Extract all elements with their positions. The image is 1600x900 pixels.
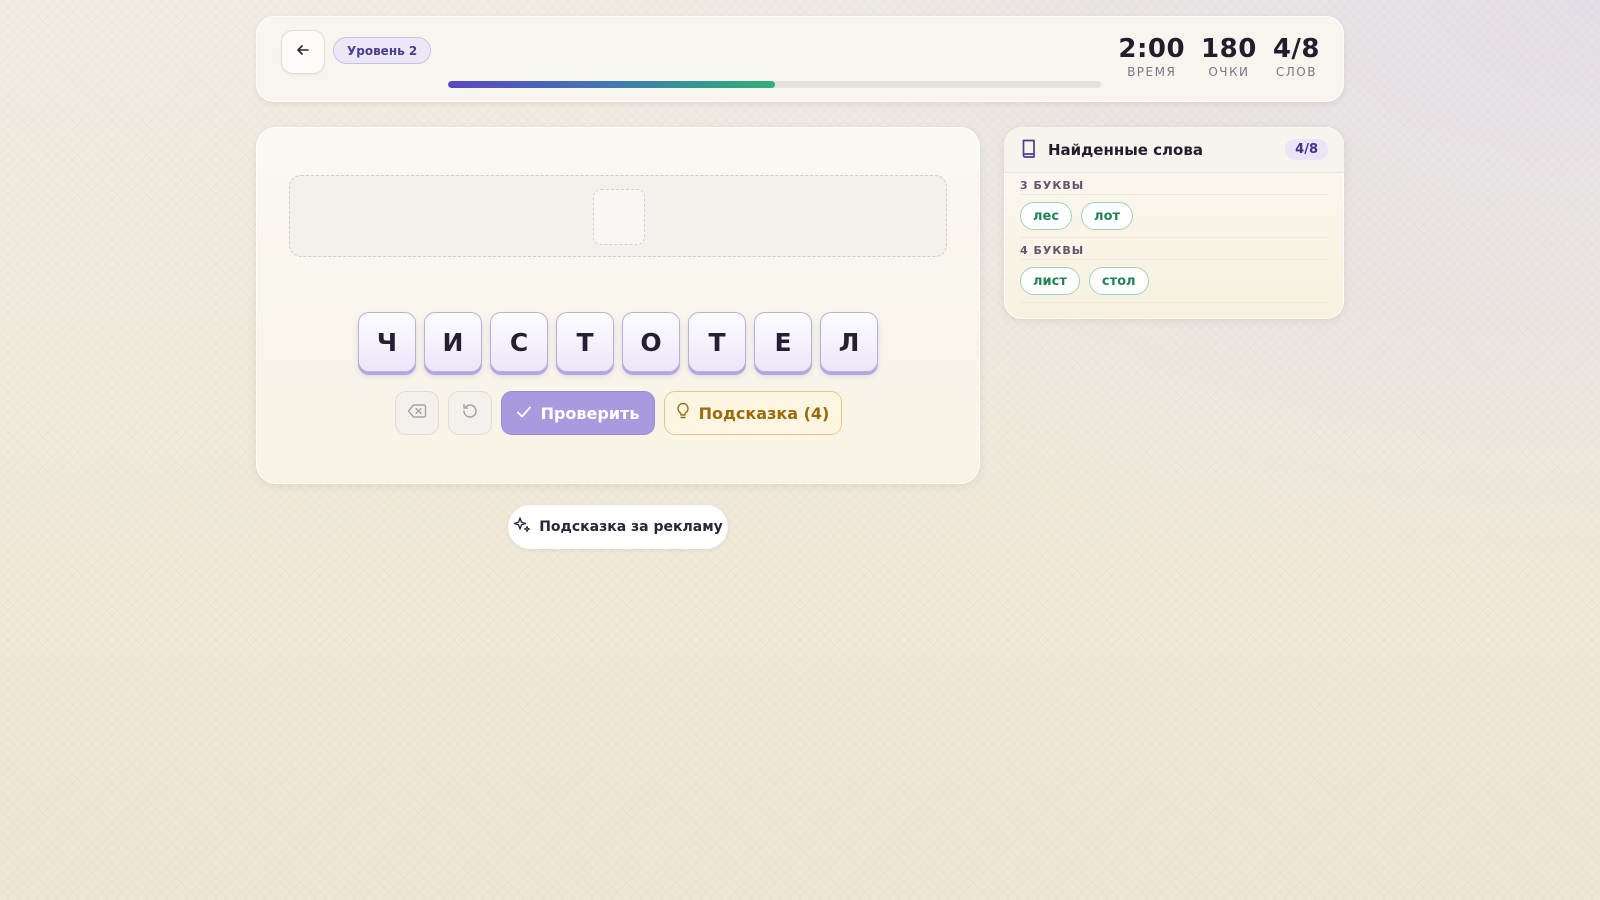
letter-tile[interactable]: И <box>424 312 482 372</box>
found-word-chip: лот <box>1081 202 1134 230</box>
check-button[interactable]: Проверить <box>500 391 655 435</box>
found-words-count: 4/8 <box>1285 139 1328 160</box>
found-words-title: Найденные слова <box>1048 140 1203 159</box>
rotate-ccw-icon <box>461 402 479 424</box>
stat-words: 4/8 СЛОВ <box>1273 34 1320 79</box>
ad-hint-label: Подсказка за рекламу <box>539 519 723 535</box>
check-icon <box>516 404 532 423</box>
stat-score-label: ОЧКИ <box>1208 65 1250 79</box>
word-group-label: 4 БУКВЫ <box>1020 238 1328 260</box>
ad-hint-button[interactable]: Подсказка за рекламу <box>508 505 728 549</box>
letter-tiles: Ч И С Т О Т Е Л <box>256 312 980 372</box>
word-group-4: 4 БУКВЫ лист стол <box>1004 238 1344 303</box>
found-words-panel: Найденные слова 4/8 3 БУКВЫ лес лот 4 БУ… <box>1004 127 1344 319</box>
letter-tile[interactable]: Л <box>820 312 878 372</box>
found-word-chip: стол <box>1088 267 1149 295</box>
letter-tile[interactable]: О <box>622 312 680 372</box>
reset-button[interactable] <box>447 391 492 435</box>
stat-words-value: 4/8 <box>1272 34 1320 64</box>
progress-bar <box>448 81 1101 88</box>
answer-slot[interactable] <box>593 189 645 245</box>
stat-time: 2:00 ВРЕМЯ <box>1118 34 1185 79</box>
word-group-words: лес лот <box>1020 195 1328 238</box>
sparkles-icon <box>513 516 531 538</box>
progress-fill <box>448 81 775 88</box>
arrow-left-icon <box>295 42 311 62</box>
backspace-button[interactable] <box>394 391 439 435</box>
hint-button[interactable]: Подсказка (4) <box>663 391 842 435</box>
answer-area[interactable] <box>289 175 947 257</box>
hint-button-label: Подсказка (4) <box>698 403 830 423</box>
word-group-words: лист стол <box>1020 260 1328 303</box>
found-word-chip: лес <box>1020 202 1073 230</box>
stat-time-value: 2:00 <box>1118 34 1186 64</box>
letter-tile[interactable]: Е <box>754 312 812 372</box>
found-words-header: Найденные слова 4/8 <box>1004 127 1344 173</box>
letter-tile[interactable]: С <box>490 312 548 372</box>
book-icon <box>1020 138 1038 162</box>
stat-score-value: 180 <box>1201 34 1257 64</box>
stats: 2:00 ВРЕМЯ 180 ОЧКИ 4/8 СЛОВ <box>1118 34 1320 79</box>
letter-tile[interactable]: Т <box>688 312 746 372</box>
top-bar: Уровень 2 2:00 ВРЕМЯ 180 ОЧКИ 4/8 СЛОВ <box>256 16 1344 102</box>
lightbulb-icon <box>676 402 690 424</box>
backspace-icon <box>407 403 427 423</box>
letter-tile[interactable]: Ч <box>358 312 416 372</box>
found-word-chip: лист <box>1020 267 1080 295</box>
word-group-label: 3 БУКВЫ <box>1020 173 1328 195</box>
controls: Проверить Подсказка (4) <box>256 391 980 435</box>
back-button[interactable] <box>281 30 325 74</box>
letter-tile[interactable]: Т <box>556 312 614 372</box>
game-card: Ч И С Т О Т Е Л Проверить Подсказка (4) <box>256 127 980 484</box>
stat-score: 180 ОЧКИ <box>1201 34 1257 79</box>
check-button-label: Проверить <box>540 403 640 423</box>
stat-words-label: СЛОВ <box>1275 65 1317 79</box>
word-group-3: 3 БУКВЫ лес лот <box>1004 173 1344 238</box>
level-badge: Уровень 2 <box>333 37 432 64</box>
stat-time-label: ВРЕМЯ <box>1127 65 1177 79</box>
